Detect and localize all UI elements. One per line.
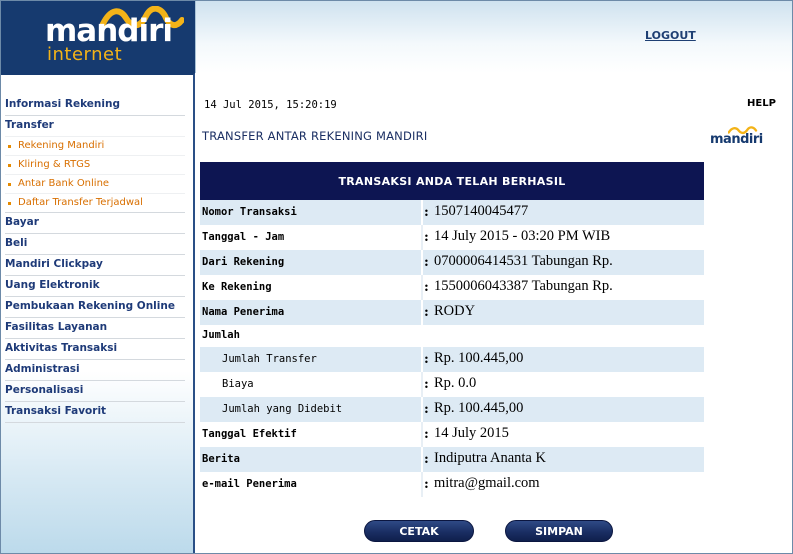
- sidebar-item-bayar[interactable]: Bayar: [5, 213, 185, 234]
- column-divider: [421, 397, 423, 422]
- sidebar: Informasi Rekening Transfer Rekening Man…: [1, 73, 195, 553]
- mini-logo-word: mandiri: [710, 132, 763, 147]
- row-colon: :: [424, 377, 429, 392]
- logo-word: mandiri: [45, 13, 173, 49]
- column-divider: [421, 300, 423, 325]
- sidebar-subitem-daftar-transfer-terjadwal[interactable]: Daftar Transfer Terjadwal: [5, 194, 185, 213]
- table-row: Nomor Transaksi : 1507140045477: [200, 200, 704, 225]
- sidebar-subitem-kliring-rtgs[interactable]: Kliring & RTGS: [5, 156, 185, 175]
- table-row: e-mail Penerima : mitra@gmail.com: [200, 472, 704, 497]
- row-colon: :: [424, 402, 429, 417]
- row-colon: :: [424, 205, 429, 220]
- row-label: Nomor Transaksi: [202, 206, 297, 218]
- row-value: Rp. 100.445,00: [434, 350, 524, 366]
- bullet-icon: [8, 145, 11, 148]
- row-label: Tanggal - Jam: [202, 231, 285, 243]
- sidebar-menu: Informasi Rekening Transfer Rekening Man…: [5, 95, 185, 423]
- row-value: 14 July 2015 - 03:20 PM WIB: [434, 228, 611, 244]
- column-divider: [421, 225, 423, 250]
- sidebar-item-informasi-rekening[interactable]: Informasi Rekening: [5, 95, 185, 116]
- page-title: TRANSFER ANTAR REKENING MANDIRI: [202, 129, 428, 143]
- bullet-icon: [8, 183, 11, 186]
- sidebar-subitem-label: Kliring & RTGS: [18, 159, 91, 170]
- bullet-icon: [8, 164, 11, 167]
- row-label: Biaya: [222, 378, 254, 390]
- sidebar-subitem-label: Rekening Mandiri: [18, 140, 105, 151]
- table-row: Jumlah Transfer : Rp. 100.445,00: [200, 347, 704, 372]
- row-colon: :: [424, 427, 429, 442]
- row-label: Ke Rekening: [202, 281, 272, 293]
- row-colon: :: [424, 477, 429, 492]
- row-label: Tanggal Efektif: [202, 428, 297, 440]
- column-divider: [421, 372, 423, 397]
- sidebar-item-pembukaan-rekening-online[interactable]: Pembukaan Rekening Online: [5, 297, 185, 318]
- sidebar-item-fasilitas-layanan[interactable]: Fasilitas Layanan: [5, 318, 185, 339]
- row-colon: :: [424, 352, 429, 367]
- row-label: Jumlah Transfer: [222, 353, 317, 365]
- bullet-icon: [8, 202, 11, 205]
- sidebar-item-transaksi-favorit[interactable]: Transaksi Favorit: [5, 402, 185, 423]
- row-value: mitra@gmail.com: [434, 475, 540, 491]
- result-header: TRANSAKSI ANDA TELAH BERHASIL: [200, 162, 704, 200]
- row-value: RODY: [434, 303, 476, 319]
- sidebar-subitem-label: Antar Bank Online: [18, 178, 110, 189]
- row-colon: :: [424, 305, 429, 320]
- row-value: Rp. 100.445,00: [434, 400, 524, 416]
- table-row: Dari Rekening : 0700006414531 Tabungan R…: [200, 250, 704, 275]
- sidebar-item-aktivitas-transaksi[interactable]: Aktivitas Transaksi: [5, 339, 185, 360]
- table-row: Jumlah: [200, 325, 704, 347]
- mandiri-internet-logo[interactable]: mandiri internet: [1, 1, 195, 73]
- sidebar-item-personalisasi[interactable]: Personalisasi: [5, 381, 185, 402]
- print-button[interactable]: CETAK: [364, 520, 474, 542]
- table-row: Tanggal Efektif : 14 July 2015: [200, 422, 704, 447]
- transaction-result: TRANSAKSI ANDA TELAH BERHASIL Nomor Tran…: [200, 162, 704, 497]
- save-button[interactable]: SIMPAN: [505, 520, 613, 542]
- column-divider: [421, 347, 423, 372]
- session-datetime: 14 Jul 2015, 15:20:19: [204, 99, 337, 111]
- column-divider: [421, 200, 423, 225]
- row-colon: :: [424, 230, 429, 245]
- logout-link[interactable]: LOGOUT: [645, 29, 696, 42]
- column-divider: [421, 422, 423, 447]
- logo-subtitle: internet: [47, 44, 123, 65]
- mandiri-small-logo: mandiri: [708, 125, 774, 149]
- table-row: Tanggal - Jam : 14 July 2015 - 03:20 PM …: [200, 225, 704, 250]
- table-row: Biaya : Rp. 0.0: [200, 372, 704, 397]
- sidebar-subitem-rekening-mandiri[interactable]: Rekening Mandiri: [5, 137, 185, 156]
- row-colon: :: [424, 255, 429, 270]
- help-link[interactable]: HELP: [747, 98, 776, 109]
- table-row: Ke Rekening : 1550006043387 Tabungan Rp.: [200, 275, 704, 300]
- header-band: [195, 1, 792, 73]
- sidebar-item-administrasi[interactable]: Administrasi: [5, 360, 185, 381]
- row-value: 0700006414531 Tabungan Rp.: [434, 253, 613, 269]
- row-label: Berita: [202, 453, 240, 465]
- table-row: Nama Penerima : RODY: [200, 300, 704, 325]
- table-row: Jumlah yang Didebit : Rp. 100.445,00: [200, 397, 704, 422]
- row-label: Jumlah: [202, 329, 240, 341]
- row-label: Jumlah yang Didebit: [222, 403, 343, 415]
- sidebar-subitem-antar-bank-online[interactable]: Antar Bank Online: [5, 175, 185, 194]
- row-value: 1507140045477: [434, 203, 529, 219]
- sidebar-subitem-label: Daftar Transfer Terjadwal: [18, 197, 143, 208]
- row-value: 14 July 2015: [434, 425, 509, 441]
- row-colon: :: [424, 280, 429, 295]
- column-divider: [421, 472, 423, 497]
- row-colon: :: [424, 452, 429, 467]
- column-divider: [421, 275, 423, 300]
- column-divider: [421, 447, 423, 472]
- row-value: Rp. 0.0: [434, 375, 477, 391]
- sidebar-item-uang-elektronik[interactable]: Uang Elektronik: [5, 276, 185, 297]
- sidebar-item-mandiri-clickpay[interactable]: Mandiri Clickpay: [5, 255, 185, 276]
- row-label: Dari Rekening: [202, 256, 285, 268]
- row-label: Nama Penerima: [202, 306, 285, 318]
- sidebar-item-transfer[interactable]: Transfer: [5, 116, 185, 137]
- sidebar-item-beli[interactable]: Beli: [5, 234, 185, 255]
- column-divider: [421, 250, 423, 275]
- row-value: 1550006043387 Tabungan Rp.: [434, 278, 613, 294]
- row-label: e-mail Penerima: [202, 478, 297, 490]
- row-value: Indiputra Ananta K: [434, 450, 546, 466]
- table-row: Berita : Indiputra Ananta K: [200, 447, 704, 472]
